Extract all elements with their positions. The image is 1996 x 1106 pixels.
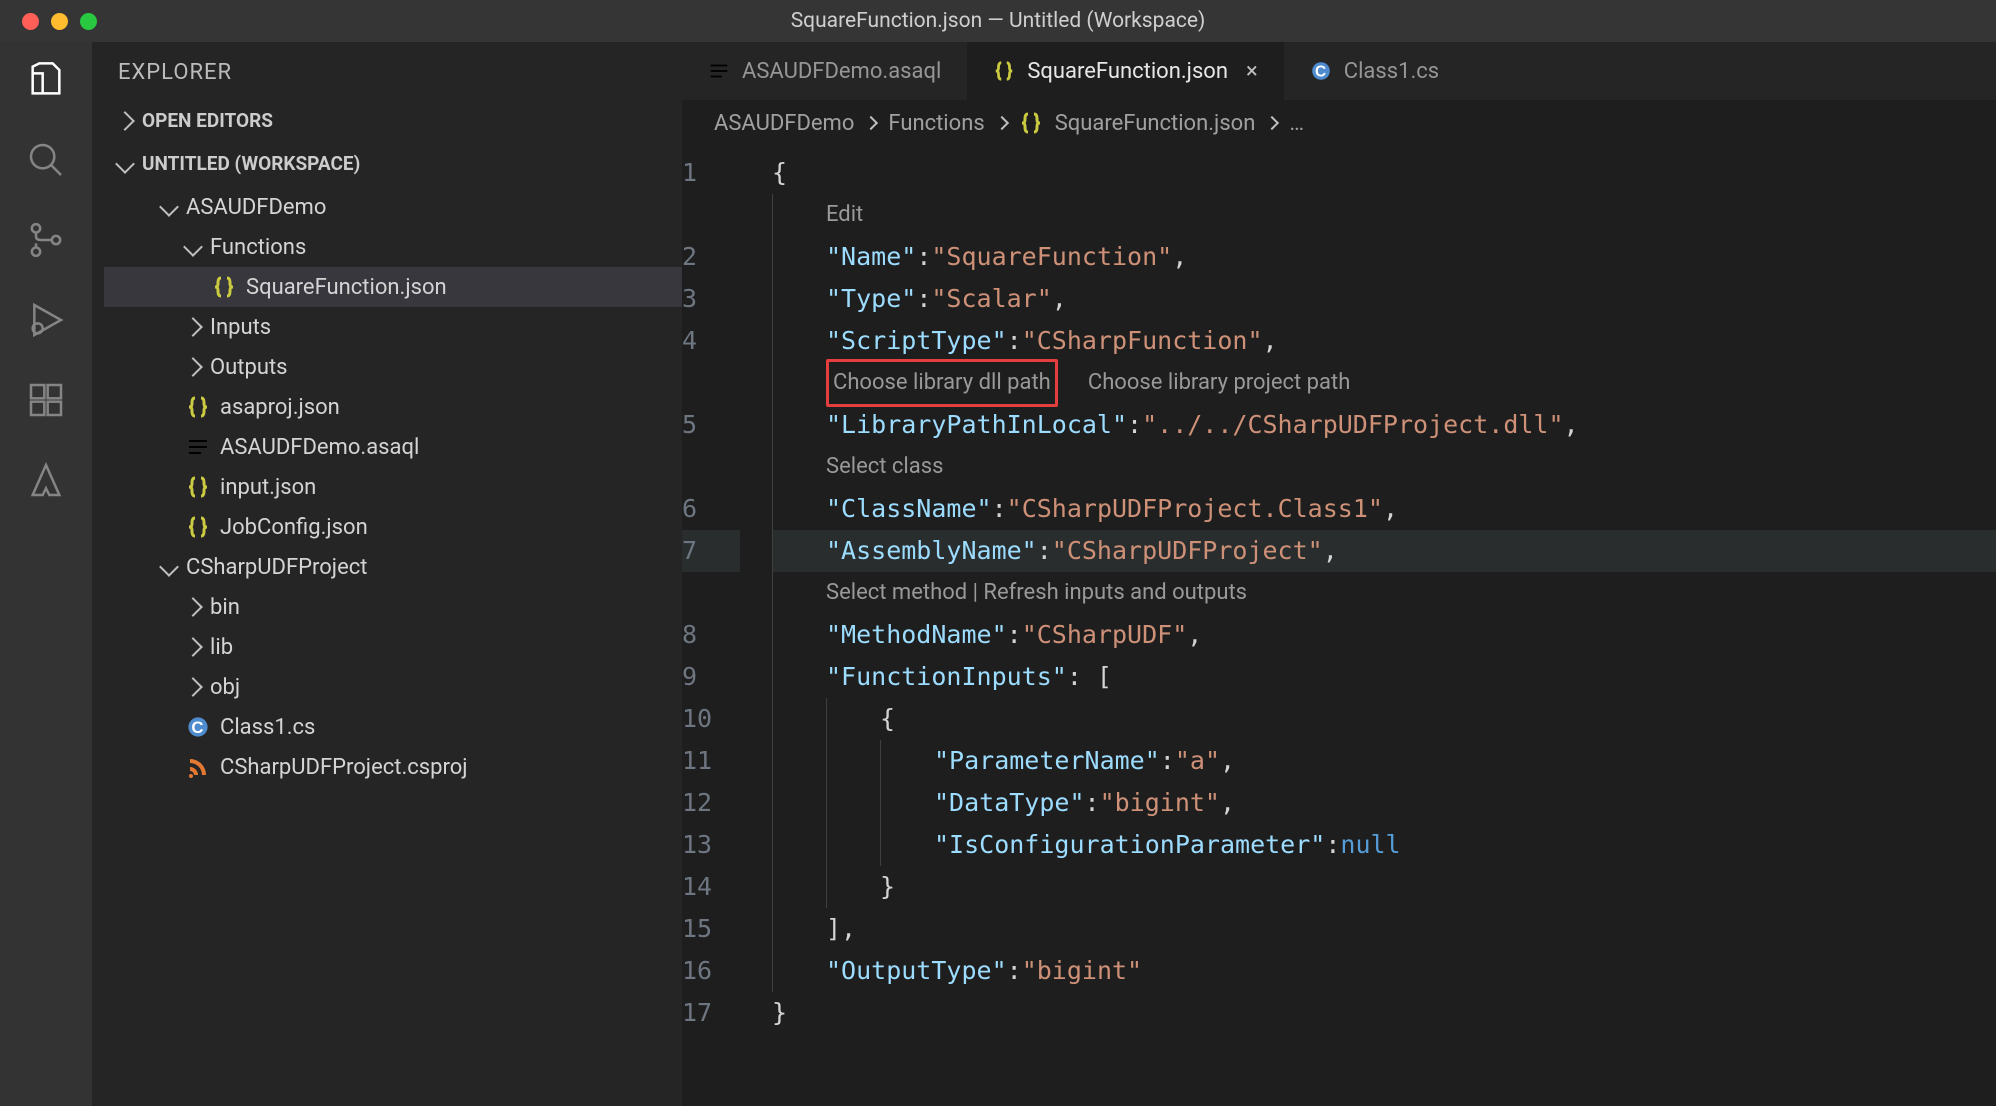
csharp-icon: C [1310,60,1332,82]
chevron-right-icon [183,317,203,337]
json-icon [993,60,1015,82]
open-editors-section[interactable]: OPEN EDITORS [92,99,682,142]
json-icon [212,275,236,299]
chevron-right-icon [183,597,203,617]
maximize-window-icon[interactable] [80,13,97,30]
chevron-down-icon [183,237,203,257]
chevron-right-icon [864,116,878,130]
tab-label: SquareFunction.json [1027,59,1228,84]
azure-icon[interactable] [26,460,66,500]
file-icon [186,435,210,459]
csharp-icon: C [186,715,210,739]
folder-asaudfdemo[interactable]: ASAUDFDemo [104,187,682,227]
json-icon [186,475,210,499]
breadcrumb-overflow[interactable]: … [1289,111,1304,136]
breadcrumb-item[interactable]: ASAUDFDemo [714,111,854,136]
file-tree: ASAUDFDemo Functions SquareFunction.json… [92,185,682,787]
codelens-edit[interactable]: Edit [826,194,863,236]
activity-bar [0,42,92,1106]
chevron-down-icon [115,154,135,174]
file-asaproj[interactable]: asaproj.json [104,387,682,427]
svg-text:C: C [191,718,203,737]
codelens-select-method[interactable]: Select method | Refresh inputs and outpu… [826,572,1247,614]
tab-label: ASAUDFDemo.asaql [742,59,941,84]
chevron-right-icon [115,111,135,131]
folder-bin[interactable]: bin [104,587,682,627]
run-debug-icon[interactable] [26,300,66,340]
code-content[interactable]: { Edit "Name": "SquareFunction", "Type":… [772,152,1996,1106]
project-icon [186,755,210,779]
line-numbers: 1 2 3 4 5 6 7 8 9 10 11 12 13 14 15 16 [682,152,772,1106]
open-editors-label: OPEN EDITORS [142,109,273,132]
codelens-choose-project[interactable]: Choose library project path [1088,362,1350,404]
close-window-icon[interactable] [22,13,39,30]
codelens-select-class[interactable]: Select class [826,446,943,488]
folder-functions[interactable]: Functions [104,227,682,267]
workspace-section[interactable]: UNTITLED (WORKSPACE) [92,142,682,185]
tab-asaql[interactable]: ASAUDFDemo.asaql [682,42,967,100]
json-icon [1019,111,1043,135]
codelens-choose-dll[interactable]: Choose library dll path [826,359,1058,407]
file-squarefunction[interactable]: SquareFunction.json [104,267,682,307]
breadcrumb-item[interactable]: SquareFunction.json [1055,111,1256,136]
chevron-right-icon [995,116,1009,130]
search-icon[interactable] [26,140,66,180]
file-asaql[interactable]: ASAUDFDemo.asaql [104,427,682,467]
code-editor[interactable]: 1 2 3 4 5 6 7 8 9 10 11 12 13 14 15 16 [682,146,1996,1106]
minimize-window-icon[interactable] [51,13,68,30]
json-icon [186,395,210,419]
tab-class1[interactable]: C Class1.cs [1284,42,1465,100]
folder-outputs[interactable]: Outputs [104,347,682,387]
source-control-icon[interactable] [26,220,66,260]
explorer-sidebar: EXPLORER OPEN EDITORS UNTITLED (WORKSPAC… [92,42,682,1106]
json-icon [186,515,210,539]
explorer-icon[interactable] [26,60,66,100]
breadcrumb-item[interactable]: Functions [888,111,984,136]
chevron-down-icon [159,197,179,217]
file-jobconfig[interactable]: JobConfig.json [104,507,682,547]
close-tab-icon[interactable]: × [1246,59,1258,84]
file-icon [708,60,730,82]
chevron-right-icon [183,357,203,377]
chevron-right-icon [183,677,203,697]
workspace-label: UNTITLED (WORKSPACE) [142,152,360,175]
svg-text:C: C [1315,64,1326,81]
folder-csharpproject[interactable]: CSharpUDFProject [104,547,682,587]
file-csprojfile[interactable]: CSharpUDFProject.csproj [104,747,682,787]
folder-obj[interactable]: obj [104,667,682,707]
tab-squarefunction[interactable]: SquareFunction.json × [967,42,1283,100]
extensions-icon[interactable] [26,380,66,420]
window-controls[interactable] [0,13,97,30]
window-title: SquareFunction.json — Untitled (Workspac… [791,9,1206,33]
file-inputjson[interactable]: input.json [104,467,682,507]
tab-label: Class1.cs [1344,59,1439,84]
explorer-title: EXPLORER [92,42,682,99]
file-class1[interactable]: C Class1.cs [104,707,682,747]
chevron-right-icon [183,637,203,657]
folder-inputs[interactable]: Inputs [104,307,682,347]
chevron-right-icon [1265,116,1279,130]
chevron-down-icon [159,557,179,577]
breadcrumb[interactable]: ASAUDFDemo Functions SquareFunction.json… [682,100,1996,146]
editor-tabs: ASAUDFDemo.asaql SquareFunction.json × C… [682,42,1996,100]
folder-lib[interactable]: lib [104,627,682,667]
